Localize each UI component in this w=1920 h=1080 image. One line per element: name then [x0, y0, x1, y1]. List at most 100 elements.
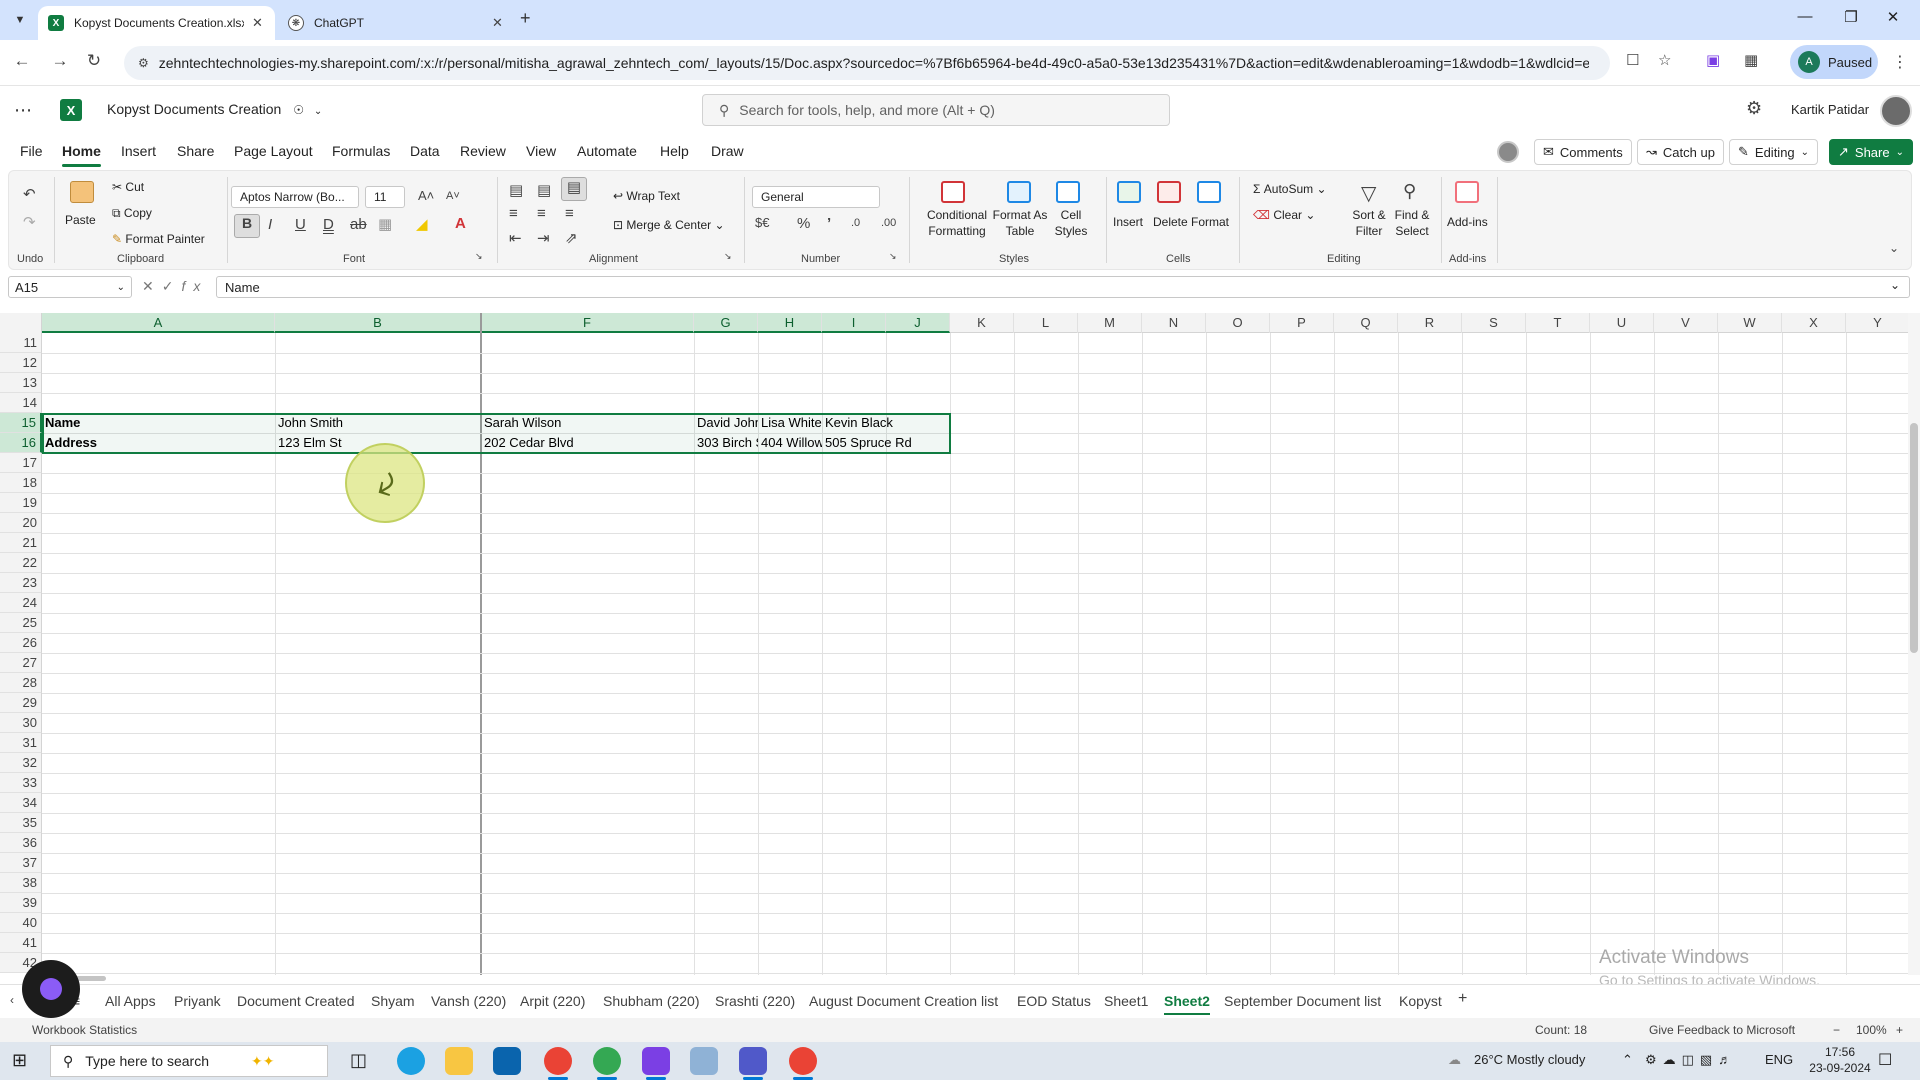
row-header[interactable]: 35 — [0, 813, 42, 833]
scroll-thumb[interactable] — [1910, 423, 1918, 653]
orientation-icon[interactable]: ⇗ — [565, 229, 578, 247]
row-header[interactable]: 23 — [0, 573, 42, 593]
site-info-icon[interactable]: ⚙ — [138, 56, 149, 70]
chrome-profile-icon[interactable] — [593, 1047, 621, 1080]
app-launcher-icon[interactable]: ⋯ — [14, 100, 32, 121]
expand-formula-bar-icon[interactable]: ⌄ — [1890, 278, 1900, 292]
tab-help[interactable]: Help — [660, 143, 689, 159]
cell-h15[interactable]: Lisa White — [758, 413, 822, 433]
increase-indent-icon[interactable]: ⇥ — [537, 229, 550, 247]
tray-overflow-icon[interactable]: ⌃ — [1622, 1052, 1633, 1068]
sheet-tab-vansh[interactable]: Vansh (220) — [431, 993, 506, 1009]
tab-file[interactable]: File — [20, 143, 43, 159]
close-tab-icon[interactable]: ✕ — [252, 15, 263, 31]
row-header[interactable]: 16 — [0, 433, 42, 453]
currency-icon[interactable]: $€ — [755, 215, 769, 230]
increase-decimal-icon[interactable]: .0 — [851, 217, 860, 229]
no-tracking-icon[interactable]: ☐ — [1626, 51, 1639, 69]
column-header-i[interactable]: I — [822, 313, 886, 333]
share-button[interactable]: ↗ Share ⌄ — [1829, 139, 1913, 165]
column-header-f[interactable]: F — [481, 313, 694, 333]
scroll-tabs-left-icon[interactable]: ‹ — [10, 993, 14, 1007]
screen-recorder-widget[interactable] — [22, 960, 80, 1018]
chrome-icon[interactable] — [789, 1047, 817, 1080]
teams-icon[interactable] — [739, 1047, 767, 1080]
column-header-x[interactable]: X — [1782, 313, 1846, 333]
minimize-icon[interactable]: — — [1785, 8, 1825, 25]
browser-menu-icon[interactable]: ⋮ — [1892, 52, 1908, 72]
number-dialog-launcher-icon[interactable]: ↘ — [889, 251, 897, 262]
column-header-t[interactable]: T — [1526, 313, 1590, 333]
file-explorer-icon[interactable] — [445, 1047, 473, 1075]
selection-count[interactable]: Count: 18 — [1535, 1023, 1587, 1037]
row-header[interactable]: 21 — [0, 533, 42, 553]
paste-button[interactable]: Paste — [65, 213, 96, 227]
tray-icons[interactable]: ⚙☁◫▧♬ — [1645, 1052, 1737, 1068]
tab-data[interactable]: Data — [410, 143, 440, 159]
font-name-select[interactable]: Aptos Narrow (Bo... — [231, 186, 359, 208]
column-header-n[interactable]: N — [1142, 313, 1206, 333]
column-header-h[interactable]: H — [758, 313, 822, 333]
settings-gear-icon[interactable]: ⚙ — [1746, 98, 1762, 119]
user-name[interactable]: Kartik Patidar — [1791, 102, 1869, 117]
tab-view[interactable]: View — [526, 143, 556, 159]
column-header-v[interactable]: V — [1654, 313, 1718, 333]
add-sheet-button[interactable]: + — [1458, 990, 1467, 1008]
search-input[interactable]: ⚲ Search for tools, help, and more (Alt … — [702, 94, 1170, 126]
enter-icon[interactable]: ✓ — [162, 278, 182, 294]
column-header-a[interactable]: A — [42, 313, 275, 333]
address-bar[interactable]: ⚙ zehntechtechnologies-my.sharepoint.com… — [124, 46, 1610, 80]
row-header[interactable]: 38 — [0, 873, 42, 893]
zoom-in-icon[interactable]: + — [1896, 1023, 1903, 1037]
sheet-tab-shyam[interactable]: Shyam — [371, 993, 415, 1009]
column-header-y[interactable]: Y — [1846, 313, 1910, 333]
presence-avatar[interactable] — [1497, 141, 1519, 163]
vertical-scrollbar[interactable] — [1908, 313, 1920, 975]
tab-formulas[interactable]: Formulas — [332, 143, 390, 159]
row-header[interactable]: 40 — [0, 913, 42, 933]
row-header[interactable]: 34 — [0, 793, 42, 813]
browser-tab-chatgpt[interactable]: ❋ ChatGPT ✕ — [278, 6, 515, 40]
wrap-text-button[interactable]: ↩ Wrap Text — [613, 189, 680, 203]
fill-color-icon[interactable]: ◢ — [416, 215, 428, 233]
back-icon[interactable]: ← — [10, 51, 34, 71]
weather-text[interactable]: 26°C Mostly cloudy — [1474, 1052, 1585, 1067]
redo-icon[interactable]: ↷ — [23, 213, 36, 231]
cut-button[interactable]: ✂ Cut — [112, 180, 144, 194]
zoom-out-icon[interactable]: − — [1833, 1023, 1840, 1037]
tab-share[interactable]: Share — [177, 143, 214, 159]
column-header-r[interactable]: R — [1398, 313, 1462, 333]
row-header[interactable]: 14 — [0, 393, 42, 413]
close-window-icon[interactable]: ✕ — [1873, 8, 1913, 26]
tab-draw[interactable]: Draw — [711, 143, 744, 159]
tab-home[interactable]: Home — [62, 143, 101, 167]
select-all-corner[interactable] — [0, 313, 42, 333]
row-header[interactable]: 28 — [0, 673, 42, 693]
sheet-tab-srashti[interactable]: Srashti (220) — [715, 993, 795, 1009]
row-header[interactable]: 37 — [0, 853, 42, 873]
sheet-tab-eod-status[interactable]: EOD Status — [1017, 993, 1091, 1009]
cell-f16[interactable]: 202 Cedar Blvd — [481, 433, 694, 453]
tab-review[interactable]: Review — [460, 143, 506, 159]
undo-icon[interactable]: ↶ — [23, 185, 36, 203]
decrease-font-icon[interactable]: A˅ — [446, 190, 460, 202]
workbook-statistics[interactable]: Workbook Statistics — [32, 1023, 137, 1037]
row-header[interactable]: 12 — [0, 353, 42, 373]
chrome-icon[interactable] — [544, 1047, 572, 1080]
column-header-m[interactable]: M — [1078, 313, 1142, 333]
align-right-icon[interactable]: ≡ — [565, 205, 574, 222]
catch-up-button[interactable]: ↝ Catch up — [1637, 139, 1724, 165]
double-underline-icon[interactable]: D — [323, 216, 334, 233]
sheet-tab-september-document-list[interactable]: September Document list — [1224, 993, 1381, 1009]
column-header-w[interactable]: W — [1718, 313, 1782, 333]
underline-icon[interactable]: U — [295, 216, 306, 233]
sheet-tab-arpit[interactable]: Arpit (220) — [520, 993, 585, 1009]
user-avatar[interactable] — [1880, 95, 1912, 127]
tab-insert[interactable]: Insert — [121, 143, 156, 159]
decrease-decimal-icon[interactable]: .00 — [881, 217, 896, 229]
sheet-tab-priyank[interactable]: Priyank — [174, 993, 221, 1009]
increase-font-icon[interactable]: A˄ — [418, 188, 434, 203]
row-header[interactable]: 20 — [0, 513, 42, 533]
restore-icon[interactable]: ❐ — [1831, 8, 1871, 26]
row-header[interactable]: 24 — [0, 593, 42, 613]
